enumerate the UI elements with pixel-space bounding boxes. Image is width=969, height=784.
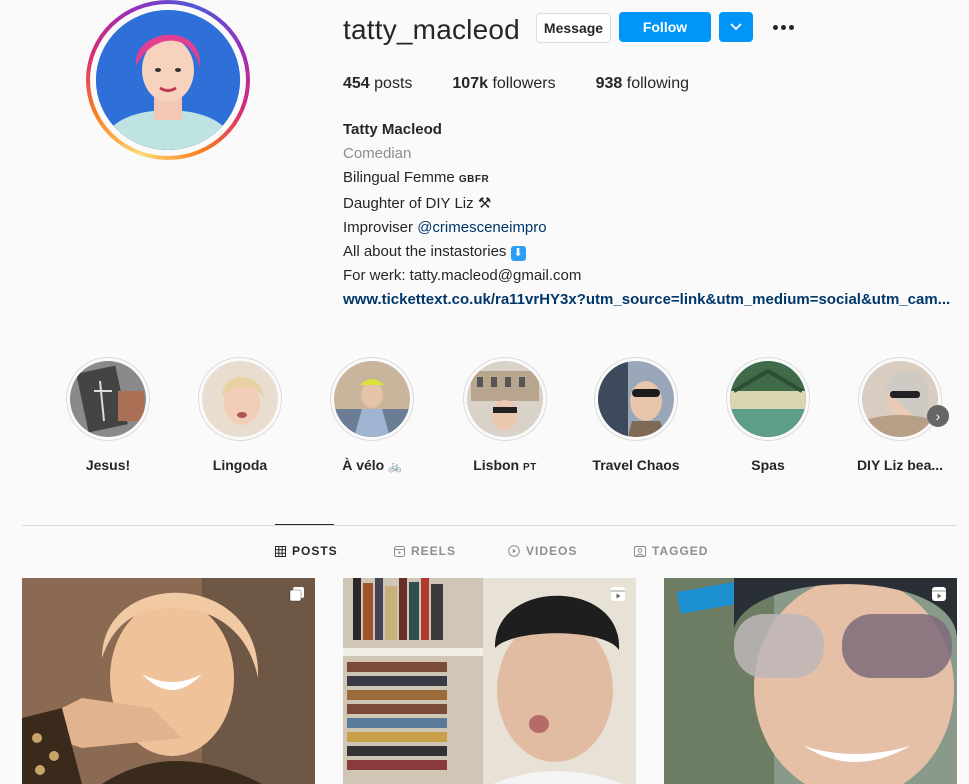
tab-tagged[interactable]: TAGGED	[634, 544, 708, 558]
profile-stats: 454 posts 107k followers 938 following	[343, 75, 689, 93]
bio-external-link[interactable]: www.tickettext.co.uk/ra11vrHY3x?utm_sour…	[343, 288, 950, 312]
active-tab-indicator	[275, 524, 334, 525]
highlight-jesus[interactable]: Jesus!	[43, 357, 173, 473]
bio-line: Daughter of DIY Liz ⚒	[343, 195, 492, 212]
more-options-icon[interactable]	[770, 15, 796, 39]
reel-icon	[611, 587, 625, 601]
post-thumbnail[interactable]	[22, 578, 315, 784]
chevron-down-icon	[730, 23, 742, 31]
follow-button[interactable]: Follow	[619, 12, 711, 42]
suggested-dropdown-button[interactable]	[719, 12, 753, 42]
tab-posts[interactable]: POSTS	[275, 544, 338, 558]
highlight-travel-chaos[interactable]: Travel Chaos	[571, 357, 701, 473]
reel-icon	[932, 587, 946, 601]
following-stat[interactable]: 938 following	[596, 75, 689, 93]
highlight-a-velo[interactable]: À vélo 🚲	[307, 357, 437, 473]
post-thumbnail[interactable]	[664, 578, 957, 784]
play-icon	[508, 545, 520, 557]
highlight-spas[interactable]: Spas	[703, 357, 833, 473]
down-arrow-icon: ⬇	[510, 246, 526, 261]
followers-stat[interactable]: 107k followers	[452, 75, 555, 93]
profile-username: tatty_macleod	[343, 14, 520, 45]
highlights-next-icon[interactable]: ›	[927, 405, 949, 427]
highlight-label: Lisbon	[473, 457, 520, 473]
avatar	[96, 10, 240, 150]
bicycle-icon: 🚲	[388, 461, 402, 473]
bio-line: All about the instastories ⬇	[343, 240, 950, 264]
grid-icon	[275, 545, 286, 557]
mention-link[interactable]: @crimesceneimpro	[417, 219, 546, 236]
tab-reels[interactable]: REELS	[394, 544, 456, 558]
highlight-label: Jesus!	[85, 457, 131, 473]
profile-category: Comedian	[343, 145, 412, 162]
highlight-lingoda[interactable]: Lingoda	[175, 357, 305, 473]
message-button[interactable]: Message	[536, 13, 611, 43]
posts-stat: 454 posts	[343, 75, 413, 92]
profile-full-name: Tatty Macleod	[343, 121, 442, 138]
bio-line: For werk: tatty.macleod@gmail.com	[343, 267, 582, 284]
bio-line: Improviser @crimesceneimpro	[343, 219, 547, 236]
tag-icon	[634, 545, 646, 557]
profile-bio: Tatty Macleod Comedian Bilingual Femme G…	[343, 118, 950, 312]
highlight-label: Lingoda	[212, 457, 268, 473]
carousel-icon	[289, 587, 304, 602]
profile-avatar-ring[interactable]	[86, 0, 250, 160]
bio-line: Bilingual Femme GBFR	[343, 169, 490, 186]
highlight-label: Spas	[751, 457, 785, 473]
highlight-lisbon[interactable]: Lisbon PT	[440, 357, 570, 473]
tabs-divider	[22, 525, 957, 526]
tab-videos[interactable]: VIDEOS	[508, 544, 577, 558]
reels-icon	[394, 545, 405, 557]
highlight-label: Travel Chaos	[592, 457, 680, 473]
highlight-label: À vélo	[342, 457, 385, 473]
post-thumbnail[interactable]	[343, 578, 636, 784]
highlight-label: DIY Liz bea...	[856, 457, 944, 473]
